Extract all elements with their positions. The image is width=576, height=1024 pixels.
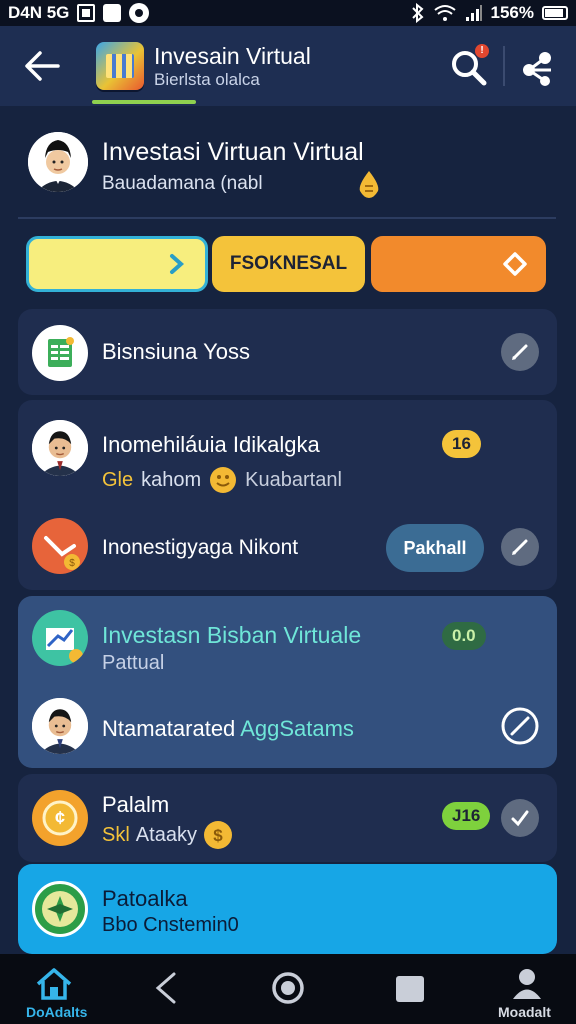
check-button[interactable]: [501, 799, 539, 837]
avatar: [28, 132, 88, 192]
bluetooth-icon: [411, 3, 424, 23]
card-title: Palalm: [102, 792, 170, 817]
growth-chart-icon: [32, 610, 88, 666]
card-subtitle: Bbo Cnstemin0: [102, 914, 239, 936]
chart-icon: $: [32, 518, 88, 574]
edit-button[interactable]: [501, 333, 539, 371]
profile-subtitle: Bauadamana (nabl: [102, 173, 263, 194]
recents-icon[interactable]: [396, 976, 424, 1002]
subtitle-main: kahom: [141, 468, 202, 491]
emoji-icon: [210, 467, 237, 493]
card-title: Patoalka: [102, 886, 188, 911]
shopping-bag-icon: [103, 4, 122, 22]
subtitle-suffix: Kuabartanl: [245, 468, 342, 491]
avatar: [32, 420, 88, 476]
nav-profile[interactable]: Moadalt: [496, 954, 566, 1024]
card-subtitle: Pattual: [102, 652, 165, 674]
row-title-main: Ntamatarated: [102, 716, 236, 741]
app-bar: Invesain Virtual Bierlsta olalca !: [0, 26, 576, 106]
circle-home-icon[interactable]: [270, 970, 306, 1006]
compass-icon: [32, 881, 88, 937]
share-icon[interactable]: [515, 48, 559, 88]
subtitle-prefix: Skl: [102, 823, 130, 846]
fsoknesal-button[interactable]: FSOKNESAL: [212, 236, 365, 292]
battery-percent: 156%: [490, 3, 534, 22]
check-icon: [511, 810, 529, 827]
count-badge: 0.0: [442, 622, 486, 650]
back-icon[interactable]: [148, 970, 184, 1006]
diamond-icon: [503, 252, 527, 276]
edit-icon: [512, 539, 528, 555]
section-divider: [18, 217, 556, 219]
pakhall-button[interactable]: Pakhall: [386, 524, 484, 572]
profile-header: Investasi Virtuan Virtual Bauadamana (na…: [18, 116, 558, 216]
svg-text:$: $: [69, 558, 75, 569]
carrier-text: D4N 5G: [8, 3, 70, 22]
list-card[interactable]: ¢ Palalm Skl Ataaky $ J16: [18, 774, 557, 862]
list-card-highlighted[interactable]: Investasn Bisban Virtuale Pattual 0.0 Nt…: [18, 596, 557, 768]
home-icon: [36, 968, 72, 1000]
notification-icon: [77, 4, 96, 22]
card-subtitle: Gle kahom Kuabartanl: [102, 466, 342, 494]
slash-icon[interactable]: [500, 706, 540, 746]
spreadsheet-icon: [32, 325, 88, 381]
chevron-right-icon: [170, 254, 185, 274]
edit-button[interactable]: [501, 528, 539, 566]
coin-icon: ¢: [32, 790, 88, 846]
dollar-coin-icon: $: [203, 821, 232, 849]
orange-action-pill[interactable]: [371, 236, 546, 292]
list-card[interactable]: Bisnsiuna Yoss: [18, 309, 557, 395]
app-title: Invesain Virtual: [154, 43, 311, 69]
bottom-navigation: DoAdalts Moadalt: [0, 954, 576, 1024]
nav-home[interactable]: DoAdalts: [20, 954, 90, 1024]
wifi-icon: [433, 5, 456, 21]
count-badge: J16: [442, 802, 491, 830]
nav-profile-label: Moadalt: [498, 1004, 551, 1020]
status-bar: D4N 5G 156%: [0, 0, 576, 26]
notification-badge: !: [475, 44, 489, 58]
card-title: Investasn Bisban Virtuale: [102, 622, 362, 648]
count-badge: 16: [442, 430, 481, 458]
profile-name: Investasi Virtuan Virtual: [102, 138, 364, 166]
card-row-title: Ntamatarated AggSatams: [102, 716, 354, 742]
svg-text:$: $: [213, 826, 223, 845]
card-title: Inomehiláuia Idikalgka: [102, 432, 320, 457]
signal-icon: [465, 5, 482, 21]
card-row-title: Inonestigyaga Nikont: [102, 536, 299, 559]
app-logo: [96, 42, 144, 90]
gold-drop-icon: [359, 171, 379, 198]
active-tab-indicator: [92, 100, 196, 104]
list-card[interactable]: Inomehiláuia Idikalgka 16 Gle kahom Kuab…: [18, 400, 557, 590]
list-card-blue[interactable]: Patoalka Bbo Cnstemin0: [18, 864, 557, 954]
battery-icon: [542, 6, 568, 20]
edit-icon: [512, 344, 528, 360]
card-title: Bisnsiuna Yoss: [102, 339, 250, 364]
appbar-divider: [503, 46, 505, 86]
subtitle-main: Ataaky: [135, 823, 197, 846]
record-icon: [129, 3, 150, 23]
card-subtitle: Skl Ataaky $: [102, 820, 233, 850]
app-subtitle: Bierlsta olalca: [154, 70, 260, 89]
avatar: [32, 698, 88, 754]
yellow-action-pill[interactable]: [26, 236, 208, 292]
back-arrow-icon[interactable]: [22, 48, 62, 84]
svg-text:¢: ¢: [55, 808, 65, 828]
nav-home-label: DoAdalts: [26, 1004, 88, 1020]
row-title-accent: AggSatams: [240, 716, 354, 741]
profile-icon: [513, 969, 541, 999]
subtitle-prefix: Gle: [102, 468, 134, 491]
